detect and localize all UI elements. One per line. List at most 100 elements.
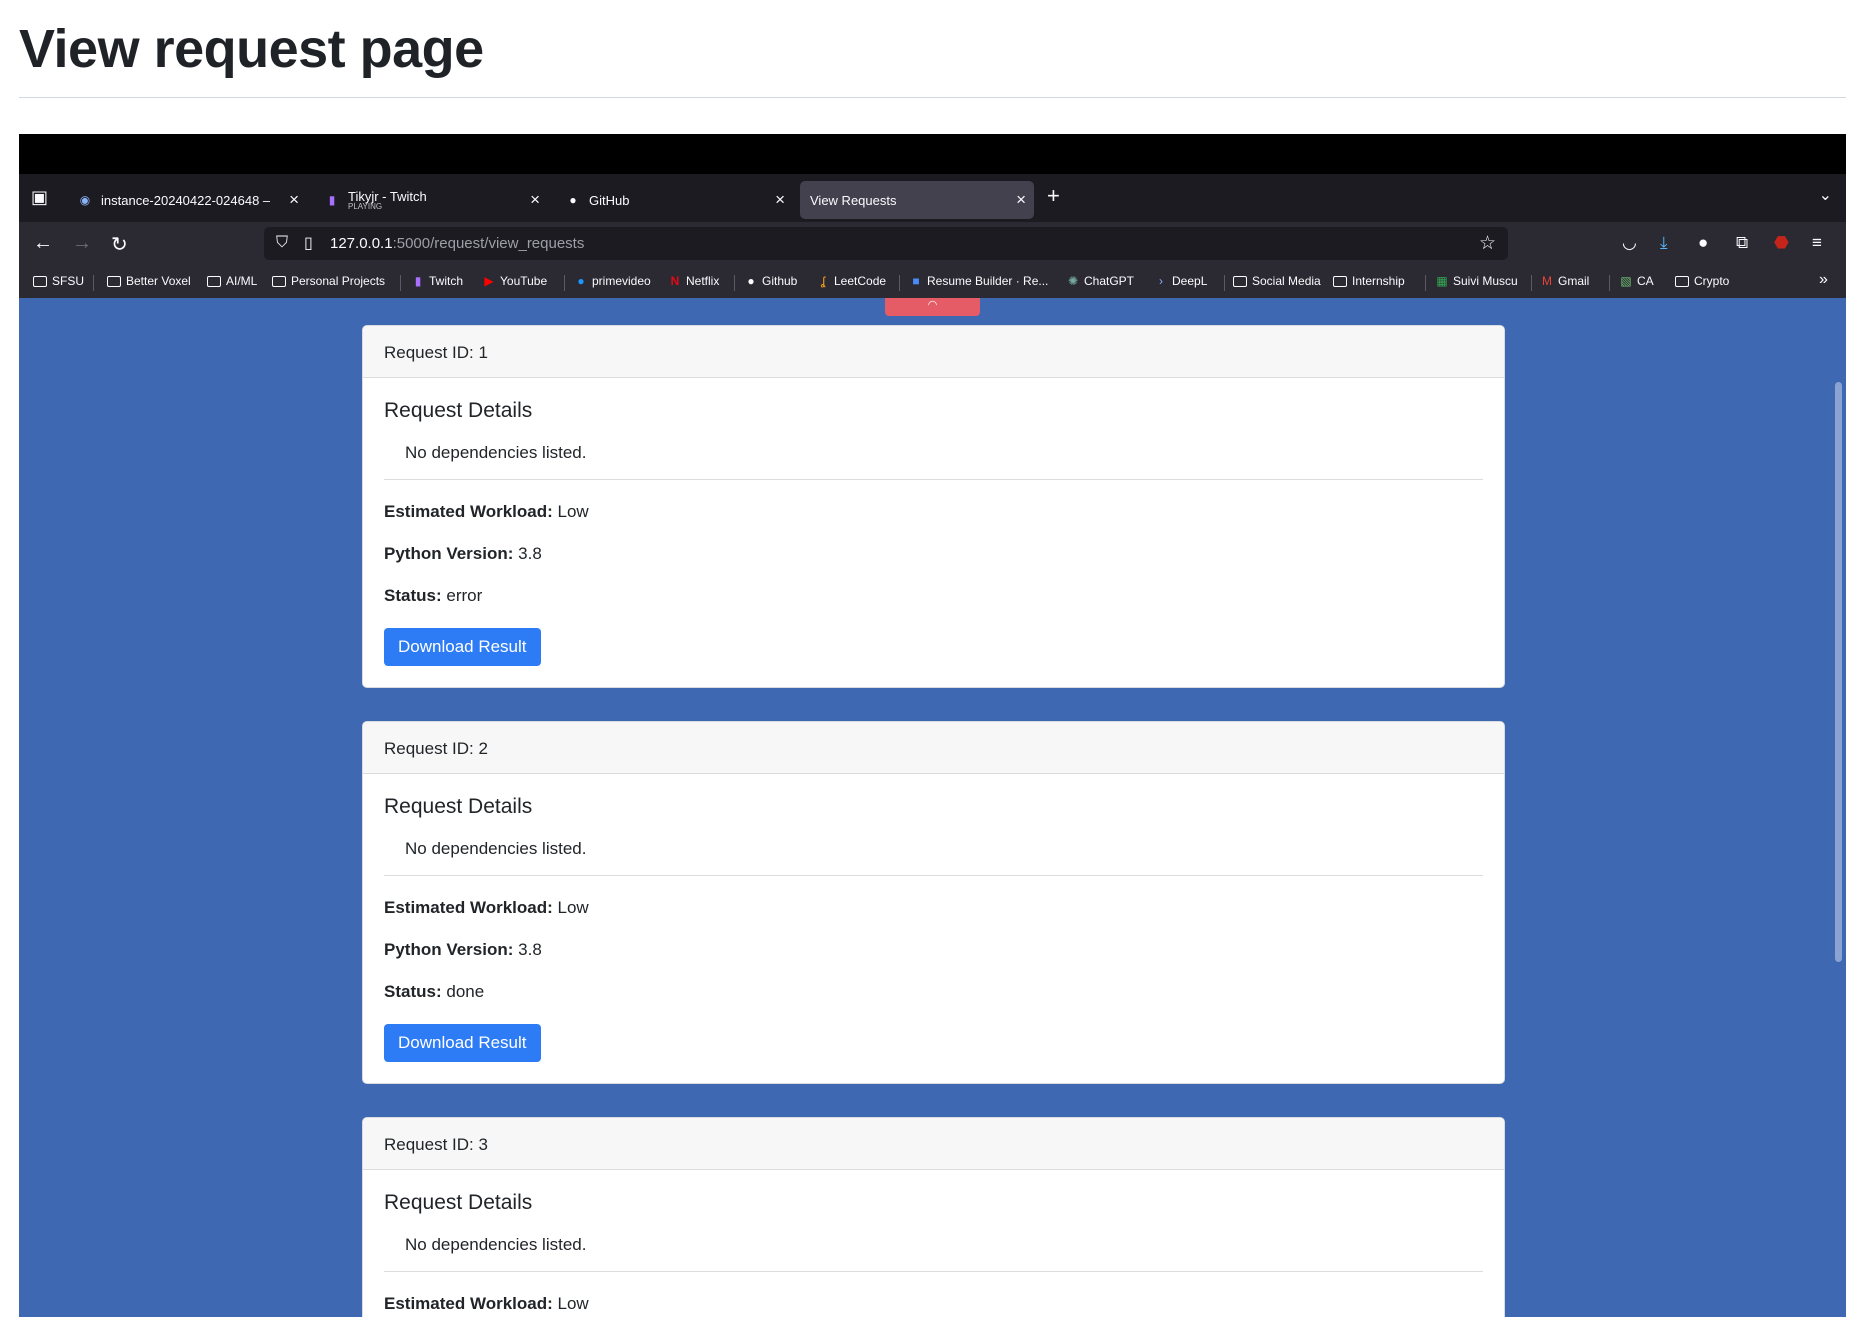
estimated-workload: Estimated Workload: Low	[384, 1294, 589, 1313]
ca-icon: ▧	[1620, 274, 1632, 288]
reload-icon[interactable]: ↻	[111, 232, 128, 257]
screen-top-bar	[19, 134, 1846, 174]
tab-instance[interactable]: ◉ instance-20240422-024648 – ×	[67, 181, 307, 219]
folder-icon	[33, 275, 47, 287]
bookmark-twitch[interactable]: ▮ Twitch	[411, 274, 463, 288]
github-icon: ●	[569, 193, 577, 207]
bookmark-folder-aiml[interactable]: AI/ML	[207, 274, 257, 288]
pocket-icon[interactable]: ◡	[1622, 233, 1637, 253]
request-card: Request ID: 1 Request Details No depende…	[362, 325, 1505, 688]
folder-icon	[207, 275, 221, 287]
tab-overview-icon[interactable]: ▣	[31, 187, 48, 208]
bookmark-folder-personal-projects[interactable]: Personal Projects	[272, 274, 385, 288]
page-content: ◠ Request ID: 1 Request Details No depen…	[19, 298, 1846, 1317]
browser-screenshot: ▣ ◉ instance-20240422-024648 – × ▮ Tikyj…	[19, 134, 1846, 1317]
folder-icon	[1675, 275, 1689, 287]
request-details-title: Request Details	[384, 795, 533, 818]
card-divider	[384, 1271, 1483, 1272]
hamburger-menu-icon[interactable]: ≡	[1812, 233, 1822, 253]
bookmark-separator	[1224, 275, 1225, 291]
bookmark-separator	[1609, 275, 1610, 291]
request-details-title: Request Details	[384, 399, 533, 422]
request-card-header: Request ID: 2	[363, 722, 1504, 774]
folder-icon	[1233, 275, 1247, 287]
close-icon[interactable]: ×	[775, 190, 785, 210]
arrow-right-icon[interactable]: →	[72, 232, 92, 255]
tab-view-requests[interactable]: View Requests ×	[800, 181, 1034, 219]
close-icon[interactable]: ×	[289, 190, 299, 210]
bookmark-folder-better-voxel[interactable]: Better Voxel	[107, 274, 191, 288]
close-icon[interactable]: ×	[1016, 190, 1026, 210]
dependencies-text: No dependencies listed.	[405, 839, 587, 858]
page-info-icon[interactable]: ▯	[304, 233, 313, 253]
request-card-header: Request ID: 3	[363, 1118, 1504, 1170]
sheets-icon: ▦	[1436, 274, 1448, 288]
twitch-icon: ▮	[414, 274, 422, 288]
bookmark-gmail[interactable]: M Gmail	[1540, 274, 1589, 288]
bookmark-separator	[899, 275, 900, 291]
arrow-left-icon[interactable]: ←	[33, 232, 53, 255]
bookmark-folder-social-media[interactable]: Social Media	[1233, 274, 1321, 288]
bookmark-youtube[interactable]: ▶ YouTube	[482, 274, 547, 288]
puzzle-icon[interactable]: ⧉	[1736, 233, 1748, 253]
scrollbar[interactable]	[1835, 382, 1842, 962]
new-tab-button[interactable]: +	[1047, 183, 1060, 209]
download-icon[interactable]: ⤓	[1660, 233, 1668, 253]
bookmark-chatgpt[interactable]: ✺ ChatGPT	[1066, 274, 1134, 288]
chevron-down-icon[interactable]: ⌄	[1819, 185, 1832, 205]
estimated-workload: Estimated Workload: Low	[384, 898, 589, 917]
bookmark-github[interactable]: ● Github	[744, 274, 797, 288]
navigation-bar: ← → ↻ ⛉ ▯ 127.0.0.1:5000/request/view_re…	[19, 222, 1846, 266]
status: Status: error	[384, 586, 483, 605]
bookmark-leetcode[interactable]: ʆ LeetCode	[816, 274, 886, 288]
bookmark-ca[interactable]: ▧ CA	[1619, 274, 1653, 288]
deepl-icon: ›	[1159, 274, 1163, 288]
folder-icon	[107, 275, 121, 287]
tab-label: instance-20240422-024648 –	[101, 192, 271, 208]
bookmark-separator	[734, 275, 735, 291]
bookmark-deepl[interactable]: › DeepL	[1154, 274, 1207, 288]
chevron-double-right-icon[interactable]: »	[1819, 271, 1828, 289]
account-icon[interactable]: ●	[1698, 233, 1708, 253]
card-divider	[384, 479, 1483, 480]
dependencies-text: No dependencies listed.	[405, 1235, 587, 1254]
bookmark-folder-sfsu[interactable]: SFSU	[33, 274, 84, 288]
ublock-icon[interactable]: ⬣	[1774, 233, 1789, 253]
download-result-button[interactable]: Download Result	[384, 1024, 541, 1062]
partial-icon: ◠	[927, 299, 938, 311]
primevideo-icon: ●	[577, 274, 585, 288]
shield-icon[interactable]: ⛉	[276, 234, 288, 252]
bookmark-primevideo[interactable]: ● primevideo	[574, 274, 650, 288]
download-result-button[interactable]: Download Result	[384, 628, 541, 666]
close-icon[interactable]: ×	[530, 190, 540, 210]
title-divider	[19, 97, 1846, 98]
netflix-icon: N	[670, 274, 680, 288]
bookmark-suivi-muscu[interactable]: ▦ Suivi Muscu	[1435, 274, 1517, 288]
gcp-instance-icon: ◉	[79, 193, 91, 207]
github-icon: ●	[747, 274, 755, 288]
url-text[interactable]: 127.0.0.1:5000/request/view_requests	[330, 235, 584, 252]
twitch-icon: ▮	[328, 193, 336, 207]
tab-twitch[interactable]: ▮ Tikyjr - Twitch PLAYING ×	[314, 181, 548, 219]
python-version: Python Version: 3.8	[384, 940, 542, 959]
youtube-icon: ▶	[484, 274, 494, 288]
request-card: Request ID: 3 Request Details No depende…	[362, 1117, 1505, 1317]
bookmarks-bar: SFSU Better Voxel AI/ML Personal Project…	[19, 266, 1846, 298]
partially-visible-button[interactable]: ◠	[885, 298, 980, 316]
tab-strip: ▣ ◉ instance-20240422-024648 – × ▮ Tikyj…	[19, 174, 1846, 222]
bookmark-separator	[93, 275, 94, 291]
leetcode-icon: ʆ	[820, 274, 826, 288]
page-title: View request page	[19, 19, 484, 79]
bookmark-star-icon[interactable]: ☆	[1479, 232, 1496, 255]
bookmark-folder-internship[interactable]: Internship	[1333, 274, 1405, 288]
address-bar[interactable]: ⛉ ▯ 127.0.0.1:5000/request/view_requests…	[264, 227, 1508, 260]
tab-github[interactable]: ● GitHub ×	[555, 181, 793, 219]
bookmark-netflix[interactable]: N Netflix	[668, 274, 720, 288]
bookmark-separator	[1531, 275, 1532, 291]
bookmark-resume-builder[interactable]: ■ Resume Builder · Re...	[909, 274, 1048, 288]
dependencies-text: No dependencies listed.	[405, 443, 587, 462]
bookmark-folder-crypto[interactable]: Crypto	[1675, 274, 1729, 288]
card-divider	[384, 875, 1483, 876]
request-details-title: Request Details	[384, 1191, 533, 1214]
gmail-icon: M	[1542, 274, 1552, 288]
